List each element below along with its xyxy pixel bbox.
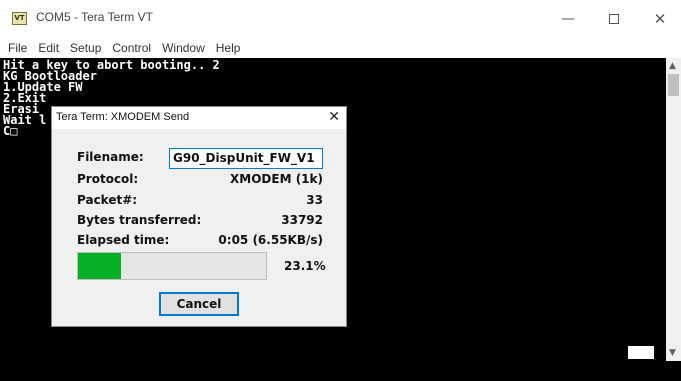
protocol-value: XMODEM (1k) bbox=[230, 172, 323, 186]
minimize-button[interactable]: — bbox=[545, 0, 591, 38]
packet-label: Packet#: bbox=[77, 193, 138, 207]
bytes-value: 33792 bbox=[281, 213, 323, 227]
terminal-cursor bbox=[628, 346, 654, 359]
menu-setup[interactable]: Setup bbox=[70, 41, 101, 55]
menu-control[interactable]: Control bbox=[112, 41, 151, 55]
bytes-row: Bytes transferred: 33792 bbox=[77, 211, 323, 231]
menu-edit[interactable]: Edit bbox=[38, 41, 59, 55]
menu-bar: File Edit Setup Control Window Help bbox=[0, 38, 681, 58]
dialog-close-button[interactable]: ✕ bbox=[328, 109, 340, 125]
xmodem-send-dialog: Tera Term: XMODEM Send ✕ Filename: G90_D… bbox=[51, 106, 347, 327]
title-bar: VT COM5 - Tera Term VT — ✕ bbox=[0, 0, 681, 38]
dialog-title-bar: Tera Term: XMODEM Send ✕ bbox=[52, 107, 346, 129]
bytes-label: Bytes transferred: bbox=[77, 213, 202, 227]
dialog-title: Tera Term: XMODEM Send bbox=[56, 111, 190, 123]
terminal-bottom-strip bbox=[0, 361, 681, 381]
elapsed-label: Elapsed time: bbox=[77, 233, 170, 247]
transfer-progress-bar bbox=[77, 252, 267, 280]
progress-fill bbox=[78, 253, 122, 279]
elapsed-row: Elapsed time: 0:05 (6.55KB/s) bbox=[77, 231, 323, 251]
menu-help[interactable]: Help bbox=[216, 41, 241, 55]
filename-field[interactable]: G90_DispUnit_FW_V1 bbox=[169, 148, 323, 169]
filename-row: Filename: G90_DispUnit_FW_V1 bbox=[77, 148, 323, 169]
scroll-thumb[interactable] bbox=[668, 74, 679, 96]
filename-label: Filename: bbox=[77, 150, 144, 164]
packet-row: Packet#: 33 bbox=[77, 191, 323, 211]
protocol-row: Protocol: XMODEM (1k) bbox=[77, 170, 323, 190]
maximize-icon bbox=[609, 14, 619, 24]
packet-value: 33 bbox=[306, 193, 323, 207]
cancel-button[interactable]: Cancel bbox=[159, 292, 239, 316]
app-icon: VT bbox=[12, 12, 27, 25]
window-title: COM5 - Tera Term VT bbox=[36, 10, 153, 24]
vertical-scrollbar[interactable]: ▲ ▼ bbox=[666, 58, 681, 361]
menu-file[interactable]: File bbox=[8, 41, 27, 55]
protocol-label: Protocol: bbox=[77, 172, 139, 186]
progress-percent: 23.1% bbox=[284, 259, 326, 273]
menu-window[interactable]: Window bbox=[162, 41, 205, 55]
scroll-up-icon[interactable]: ▲ bbox=[669, 61, 676, 71]
close-window-button[interactable]: ✕ bbox=[637, 0, 681, 38]
maximize-button[interactable] bbox=[591, 0, 637, 38]
scroll-down-icon[interactable]: ▼ bbox=[669, 348, 676, 358]
elapsed-value: 0:05 (6.55KB/s) bbox=[218, 233, 323, 247]
